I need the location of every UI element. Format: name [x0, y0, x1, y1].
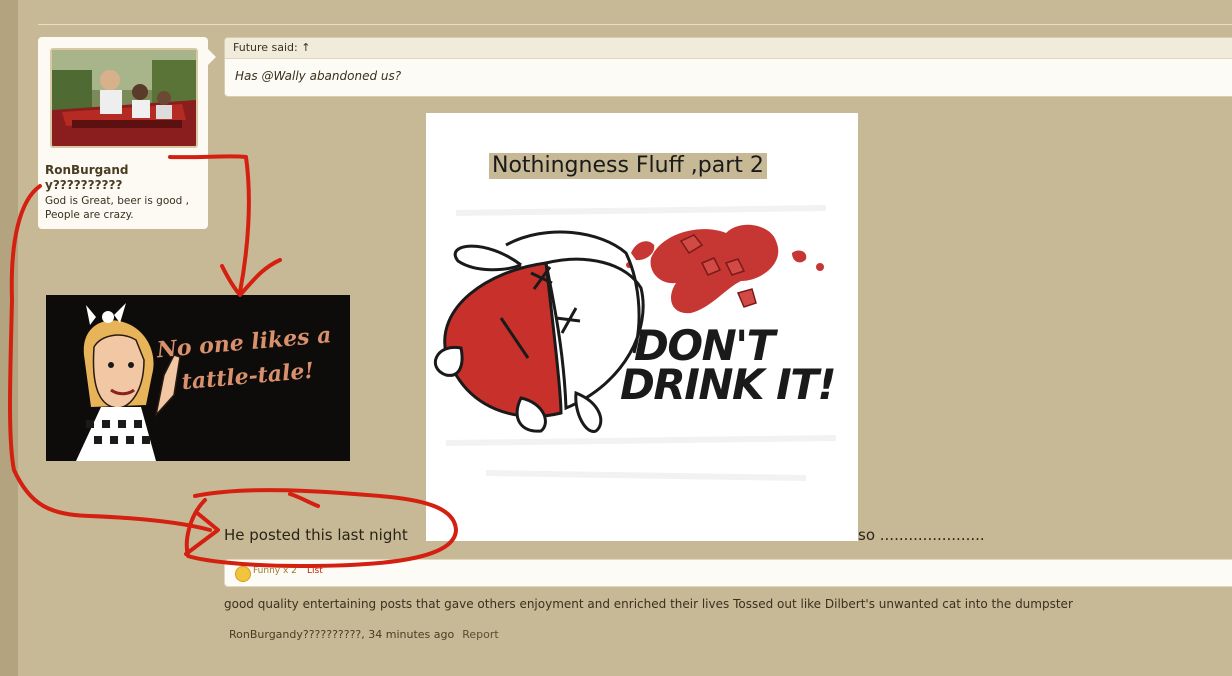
signature: good quality entertaining posts that gav…	[224, 597, 1073, 611]
rating-label: Funny x 2	[253, 566, 297, 576]
post-image: Nothingness Fluff ,part 2 DON'T DRINK IT…	[426, 113, 858, 541]
user-card: RonBurgandy?????????? God is Great, beer…	[38, 37, 216, 229]
divider	[38, 24, 1232, 25]
post-text: He posted this last night	[224, 526, 408, 544]
left-border	[0, 0, 18, 676]
post-meta: RonBurgandy??????????, 34 minutes ago Rep…	[229, 628, 499, 641]
funny-rating-icon[interactable]	[235, 566, 251, 582]
username[interactable]: RonBurgandy??????????	[45, 163, 203, 193]
rating-bar: Funny x 2 List	[224, 559, 1232, 587]
post-text-end: so ......................	[858, 526, 985, 544]
user-title: God is Great, beer is good , People are …	[45, 195, 190, 221]
quote-block: Future said: ↑ Has @Wally abandoned us?	[224, 37, 1232, 97]
tattle-tale-image: No one likes a tattle-tale!	[46, 295, 350, 461]
author-time-link[interactable]: RonBurgandy??????????, 34 minutes ago	[229, 628, 454, 641]
rating-list-link[interactable]: List	[307, 566, 323, 576]
image-title: Nothingness Fluff ,part 2	[489, 153, 767, 179]
avatar[interactable]	[50, 48, 198, 148]
image-caption: DON'T DRINK IT!	[620, 325, 858, 409]
report-link[interactable]: Report	[462, 628, 498, 641]
image-caption-line2: DRINK IT!	[620, 360, 837, 409]
quote-attribution[interactable]: Future said: ↑	[225, 38, 1232, 59]
quote-text: Has @Wally abandoned us?	[235, 69, 402, 83]
